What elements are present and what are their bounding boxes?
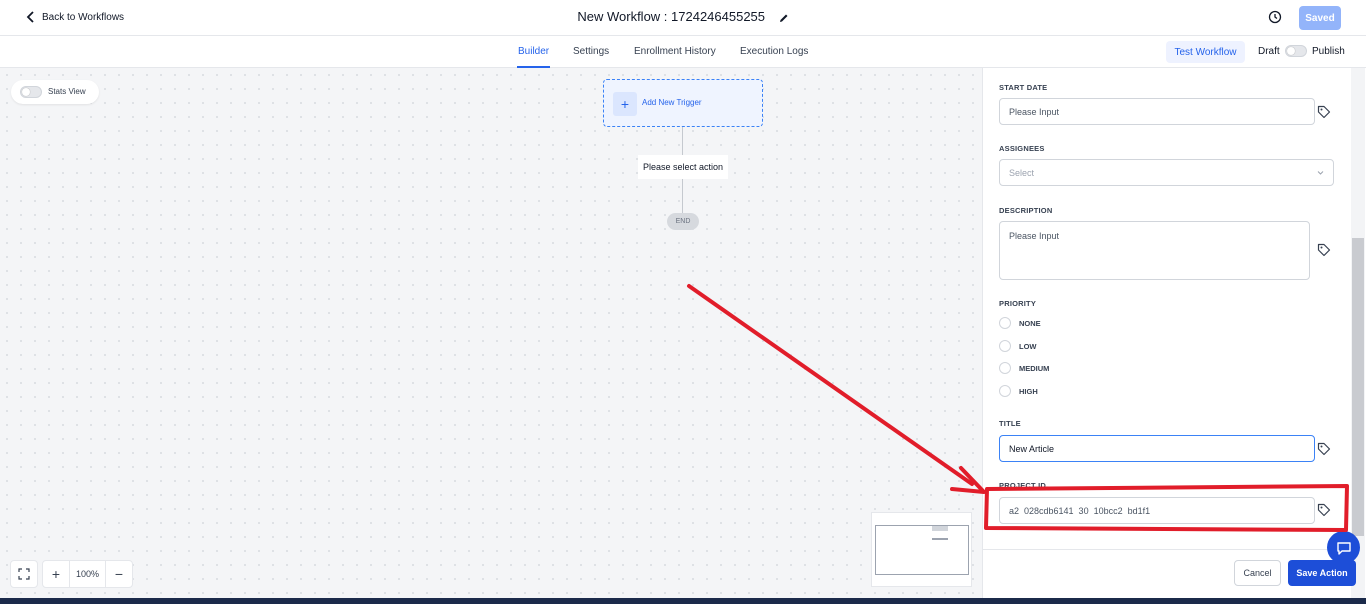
expand-icon xyxy=(18,568,30,580)
stats-view-label: Stats View xyxy=(48,87,86,96)
fullscreen-button[interactable] xyxy=(10,560,38,588)
saved-button[interactable]: Saved xyxy=(1299,6,1341,30)
panel-footer-divider xyxy=(983,549,1353,550)
add-new-trigger-button[interactable]: + Add New Trigger xyxy=(603,79,763,127)
start-date-label: START DATE xyxy=(999,83,1048,92)
priority-option-medium[interactable]: MEDIUM xyxy=(999,362,1049,374)
assignees-placeholder: Select xyxy=(1009,167,1035,178)
priority-option-label: MEDIUM xyxy=(1019,363,1050,373)
tag-icon[interactable] xyxy=(1317,105,1331,119)
select-action-node[interactable]: Please select action xyxy=(638,155,728,179)
title-label: TITLE xyxy=(999,419,1021,428)
add-trigger-label: Add New Trigger xyxy=(642,98,702,107)
tab-enrollment-history[interactable]: Enrollment History xyxy=(634,46,716,57)
minimap-viewport xyxy=(875,525,969,575)
tag-icon[interactable] xyxy=(1317,243,1331,257)
stats-view-toggle-pill[interactable]: Stats View xyxy=(11,80,99,104)
radio-button[interactable] xyxy=(999,340,1011,352)
pencil-icon[interactable] xyxy=(779,13,789,23)
save-action-button[interactable]: Save Action xyxy=(1288,560,1356,586)
draft-label: Draft xyxy=(1258,46,1280,57)
zoom-level: 100% xyxy=(69,561,106,587)
priority-option-high[interactable]: HIGH xyxy=(999,385,1038,397)
minimap-node xyxy=(932,526,948,531)
chat-icon xyxy=(1336,541,1351,555)
tab-builder[interactable]: Builder xyxy=(518,46,549,57)
os-taskbar xyxy=(0,598,1366,604)
connector-line xyxy=(682,179,683,213)
minimap[interactable] xyxy=(871,512,972,587)
zoom-out-button[interactable]: − xyxy=(106,561,132,587)
project-id-input[interactable]: a2 028cdb6141 30 10bcc2 bd1f1 xyxy=(999,497,1315,524)
priority-option-label: HIGH xyxy=(1019,386,1038,396)
tag-icon[interactable] xyxy=(1317,442,1331,456)
panel-scrollbar-thumb[interactable] xyxy=(1352,238,1364,536)
start-date-input[interactable]: Please Input xyxy=(999,98,1315,125)
workflow-title-text: New Workflow : 1724246455255 xyxy=(577,9,766,24)
chevron-down-icon xyxy=(1317,171,1324,175)
priority-label: PRIORITY xyxy=(999,299,1037,308)
end-node: END xyxy=(667,213,699,230)
radio-button[interactable] xyxy=(999,317,1011,329)
action-config-panel: START DATE Please Input ASSIGNEES Select… xyxy=(982,68,1366,598)
priority-option-label: NONE xyxy=(1019,318,1041,328)
priority-option-label: LOW xyxy=(1019,341,1037,351)
tag-icon[interactable] xyxy=(1317,503,1331,517)
priority-option-none[interactable]: NONE xyxy=(999,317,1041,329)
workflow-canvas[interactable]: Stats View + Add New Trigger Please sele… xyxy=(0,68,982,598)
tab-settings[interactable]: Settings xyxy=(573,46,609,57)
top-header: Back to Workflows New Workflow : 1724246… xyxy=(0,0,1366,36)
priority-option-low[interactable]: LOW xyxy=(999,340,1037,352)
connector-line xyxy=(682,127,683,155)
tab-bar: Builder Settings Enrollment History Exec… xyxy=(0,36,1366,68)
radio-button[interactable] xyxy=(999,362,1011,374)
title-input[interactable]: New Article xyxy=(999,435,1315,462)
publish-label: Publish xyxy=(1312,46,1345,57)
tab-execution-logs[interactable]: Execution Logs xyxy=(740,46,808,57)
cancel-button[interactable]: Cancel xyxy=(1234,560,1281,586)
stats-view-toggle[interactable] xyxy=(20,86,42,98)
description-textarea[interactable]: Please Input xyxy=(999,221,1310,280)
history-icon[interactable] xyxy=(1268,10,1282,24)
plus-icon: + xyxy=(613,92,637,116)
assignees-label: ASSIGNEES xyxy=(999,144,1045,153)
test-workflow-button[interactable]: Test Workflow xyxy=(1166,41,1245,63)
assignees-select[interactable]: Select xyxy=(999,159,1334,186)
zoom-in-button[interactable]: + xyxy=(43,561,69,587)
publish-toggle[interactable] xyxy=(1285,45,1307,57)
workflow-title[interactable]: New Workflow : 1724246455255 xyxy=(0,9,1366,24)
radio-button[interactable] xyxy=(999,385,1011,397)
zoom-controls: + 100% − xyxy=(42,560,133,588)
project-id-label: PROJECT ID xyxy=(999,481,1047,490)
minimap-node xyxy=(932,538,948,540)
description-label: DESCRIPTION xyxy=(999,206,1053,215)
